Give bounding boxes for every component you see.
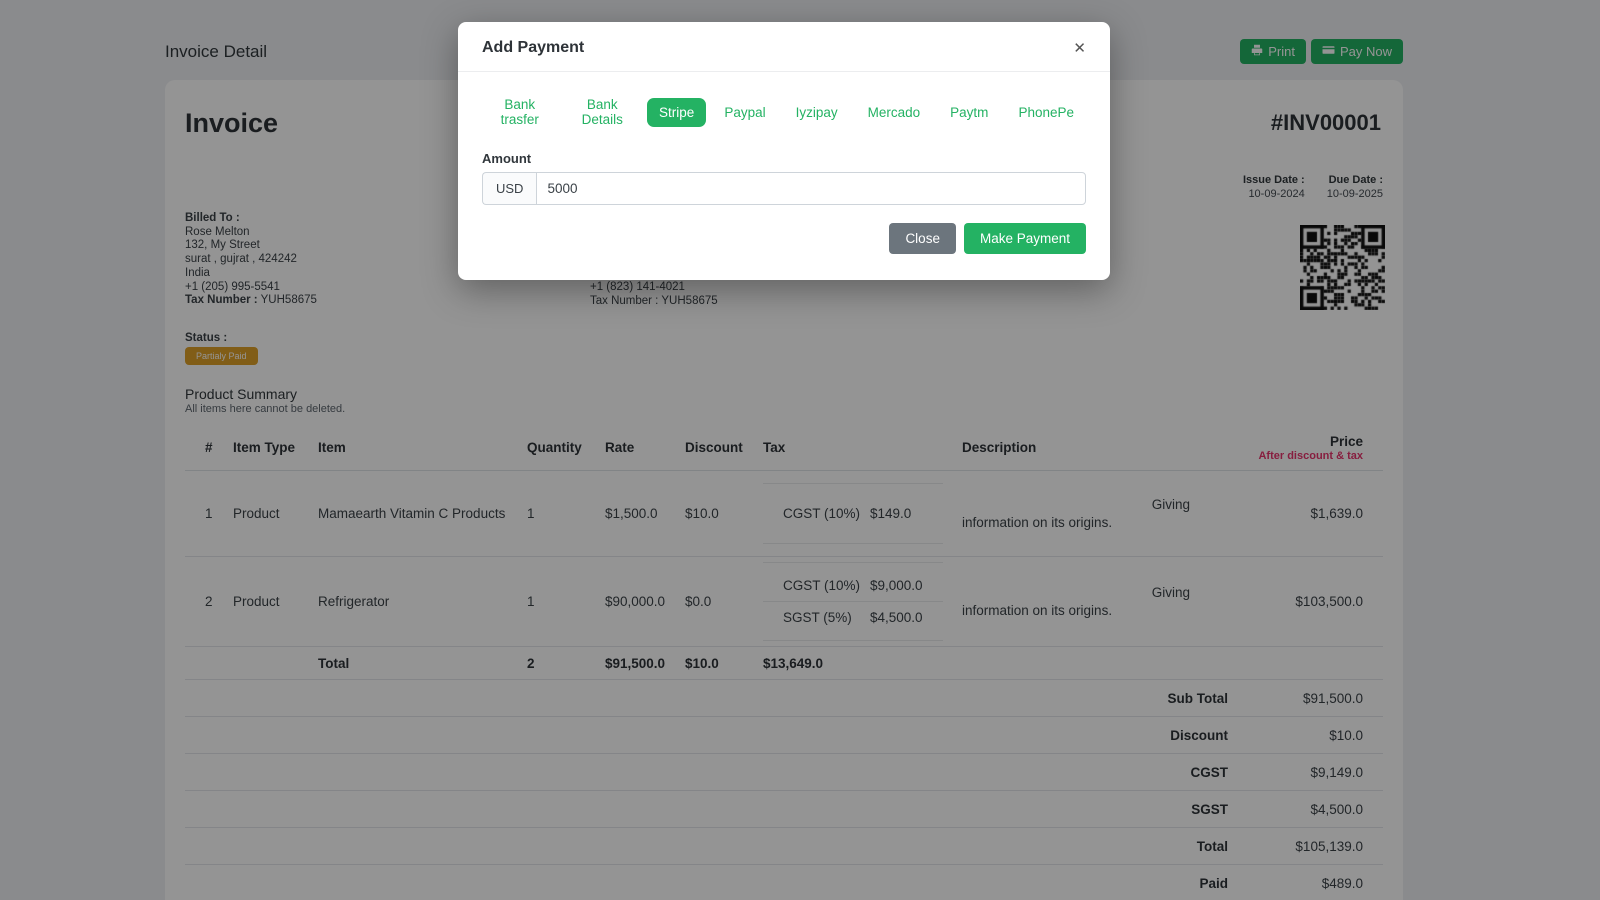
close-button[interactable]: Close bbox=[889, 223, 956, 254]
modal-title: Add Payment bbox=[482, 39, 585, 56]
tab-bank-transfer[interactable]: Bank trasfer bbox=[482, 90, 557, 134]
tab-paytm[interactable]: Paytm bbox=[938, 98, 1000, 127]
amount-input-group: USD bbox=[482, 172, 1086, 205]
tab-iyzipay[interactable]: Iyzipay bbox=[784, 98, 850, 127]
close-icon[interactable]: ✕ bbox=[1073, 39, 1086, 57]
amount-input[interactable] bbox=[536, 172, 1086, 205]
tab-mercado[interactable]: Mercado bbox=[856, 98, 933, 127]
amount-label: Amount bbox=[482, 151, 532, 166]
add-payment-modal: Add Payment ✕ Bank trasfer Bank Details … bbox=[458, 22, 1110, 280]
modal-footer: Close Make Payment bbox=[458, 205, 1110, 254]
make-payment-button[interactable]: Make Payment bbox=[963, 223, 1086, 254]
modal-body: Bank trasfer Bank Details Stripe Paypal … bbox=[458, 72, 1110, 205]
tab-stripe[interactable]: Stripe bbox=[647, 97, 707, 127]
payment-method-tabs: Bank trasfer Bank Details Stripe Paypal … bbox=[482, 90, 1086, 134]
currency-prefix: USD bbox=[482, 172, 537, 205]
tab-paypal[interactable]: Paypal bbox=[712, 98, 777, 127]
tab-bank-details[interactable]: Bank Details bbox=[563, 90, 641, 134]
modal-header: Add Payment ✕ bbox=[458, 22, 1110, 72]
tab-phonepe[interactable]: PhonePe bbox=[1006, 98, 1086, 127]
